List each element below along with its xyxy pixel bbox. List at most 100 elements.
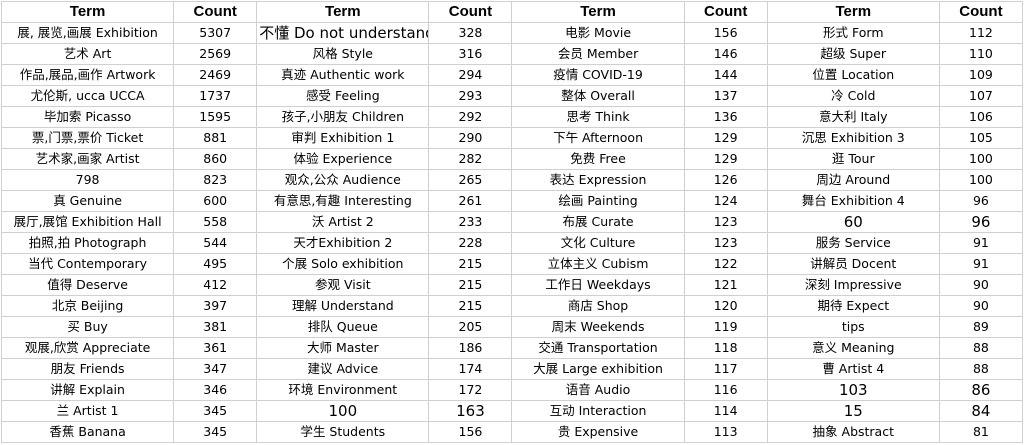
count-cell: 233 [428, 211, 513, 233]
count-cell: 282 [428, 148, 513, 170]
count-cell: 137 [683, 85, 768, 107]
count-cell: 347 [173, 358, 258, 380]
term-cell: 不懂 Do not understand [256, 22, 430, 44]
count-cell: 290 [428, 127, 513, 149]
table-row: 毕加索 Picasso 1595 孩子,小朋友 Children 292 思考 Thin… [0, 106, 1024, 128]
table-row: 艺术家,画家 Artist 860 体验 Experience 282 免费 Free 1… [0, 148, 1024, 170]
count-cell: 129 [683, 127, 768, 149]
term-cell: 逛 Tour [766, 148, 940, 170]
term-column-header: Term [511, 1, 685, 23]
table-row: 票,门票,票价 Ticket 881 审判 Exhibition 1 290 下午 Af… [0, 127, 1024, 149]
term-cell: 表达 Expression [511, 169, 685, 191]
table-row: 798 823 观众,公众 Audience 265 表达 Expression 126 周… [0, 169, 1024, 191]
term-cell: 真迹 Authentic work [256, 64, 430, 86]
count-cell: 412 [173, 274, 258, 296]
term-cell: 展, 展览,画展 Exhibition [0, 22, 175, 44]
term-cell: 天才Exhibition 2 [256, 232, 430, 254]
count-cell: 174 [428, 358, 513, 380]
term-cell: 贵 Expensive [511, 421, 685, 443]
count-cell: 558 [173, 211, 258, 233]
term-cell: 大师 Master [256, 337, 430, 359]
table-row: 拍照,拍 Photograph 544 天才Exhibition 2 228 文化 Cu… [0, 232, 1024, 254]
term-cell: 商店 Shop [511, 295, 685, 317]
count-cell: 381 [173, 316, 258, 338]
count-cell: 265 [428, 169, 513, 191]
term-cell: 朋友 Friends [0, 358, 175, 380]
count-column-header: Count [428, 1, 513, 23]
count-cell: 215 [428, 274, 513, 296]
count-cell: 96 [938, 190, 1024, 212]
count-cell: 126 [683, 169, 768, 191]
count-cell: 495 [173, 253, 258, 275]
count-column-header: Count [173, 1, 258, 23]
table-row: 尤伦斯, ucca UCCA 1737 感受 Feeling 293 整体 Overal… [0, 85, 1024, 107]
term-cell: 免费 Free [511, 148, 685, 170]
table-row: 北京 Beijing 397 理解 Understand 215 商店 Shop 120 期… [0, 295, 1024, 317]
count-cell: 100 [938, 148, 1024, 170]
term-cell: 个展 Solo exhibition [256, 253, 430, 275]
term-cell: 交通 Transportation [511, 337, 685, 359]
term-cell: 拍照,拍 Photograph [0, 232, 175, 254]
count-cell: 5307 [173, 22, 258, 44]
term-cell: 互动 Interaction [511, 400, 685, 422]
count-cell: 205 [428, 316, 513, 338]
table-row: 当代 Contemporary 495 个展 Solo exhibition 215 立… [0, 253, 1024, 275]
term-cell: 抽象 Abstract [766, 421, 940, 443]
count-cell: 1595 [173, 106, 258, 128]
count-cell: 860 [173, 148, 258, 170]
count-column-header: Count [683, 1, 768, 23]
term-cell: 形式 Form [766, 22, 940, 44]
term-count-table: Term Count Term Count Term Count Term Count 展, … [0, 1, 1024, 443]
term-cell: 孩子,小朋友 Children [256, 106, 430, 128]
term-cell: 整体 Overall [511, 85, 685, 107]
count-cell: 2469 [173, 64, 258, 86]
count-cell: 124 [683, 190, 768, 212]
count-cell: 117 [683, 358, 768, 380]
count-cell: 156 [683, 22, 768, 44]
term-cell: 疫情 COVID-19 [511, 64, 685, 86]
term-cell: 值得 Deserve [0, 274, 175, 296]
term-cell: 103 [766, 379, 940, 401]
term-cell: 下午 Afternoon [511, 127, 685, 149]
term-cell: 100 [256, 400, 430, 422]
term-cell: 语音 Audio [511, 379, 685, 401]
count-cell: 91 [938, 232, 1024, 254]
table-row: 讲解 Explain 346 环境 Environment 172 语音 Audio 11… [0, 379, 1024, 401]
term-cell: 观展,欣赏 Appreciate [0, 337, 175, 359]
table-row: 朋友 Friends 347 建议 Advice 174 大展 Large exhibi… [0, 358, 1024, 380]
term-cell: 当代 Contemporary [0, 253, 175, 275]
count-cell: 88 [938, 358, 1024, 380]
term-cell: 沃 Artist 2 [256, 211, 430, 233]
count-cell: 316 [428, 43, 513, 65]
count-cell: 163 [428, 400, 513, 422]
term-cell: 观众,公众 Audience [256, 169, 430, 191]
term-cell: 大展 Large exhibition [511, 358, 685, 380]
table-row: 观展,欣赏 Appreciate 361 大师 Master 186 交通 Transp… [0, 337, 1024, 359]
term-cell: 舞台 Exhibition 4 [766, 190, 940, 212]
term-column-header: Term [766, 1, 940, 23]
term-cell: 冷 Cold [766, 85, 940, 107]
table-row: 买 Buy 381 排队 Queue 205 周末 Weekends 119 tips 89 [0, 316, 1024, 338]
term-cell: 艺术 Art [0, 43, 175, 65]
count-column-header: Count [938, 1, 1024, 23]
term-cell: 沉思 Exhibition 3 [766, 127, 940, 149]
term-cell: 体验 Experience [256, 148, 430, 170]
term-cell: 会员 Member [511, 43, 685, 65]
term-cell: 作品,展品,画作 Artwork [0, 64, 175, 86]
term-cell: 理解 Understand [256, 295, 430, 317]
term-cell: 意大利 Italy [766, 106, 940, 128]
count-cell: 119 [683, 316, 768, 338]
term-cell: 排队 Queue [256, 316, 430, 338]
count-cell: 121 [683, 274, 768, 296]
table-row: 展, 展览,画展 Exhibition 5307 不懂 Do not underst… [0, 22, 1024, 44]
term-cell: 感受 Feeling [256, 85, 430, 107]
table-row: 香蕉 Banana 345 学生 Students 156 贵 Expensive 113… [0, 421, 1024, 443]
term-cell: 毕加索 Picasso [0, 106, 175, 128]
count-cell: 345 [173, 421, 258, 443]
term-cell: 北京 Beijing [0, 295, 175, 317]
count-cell: 123 [683, 232, 768, 254]
term-cell: 讲解员 Docent [766, 253, 940, 275]
count-cell: 129 [683, 148, 768, 170]
count-cell: 112 [938, 22, 1024, 44]
count-cell: 90 [938, 274, 1024, 296]
